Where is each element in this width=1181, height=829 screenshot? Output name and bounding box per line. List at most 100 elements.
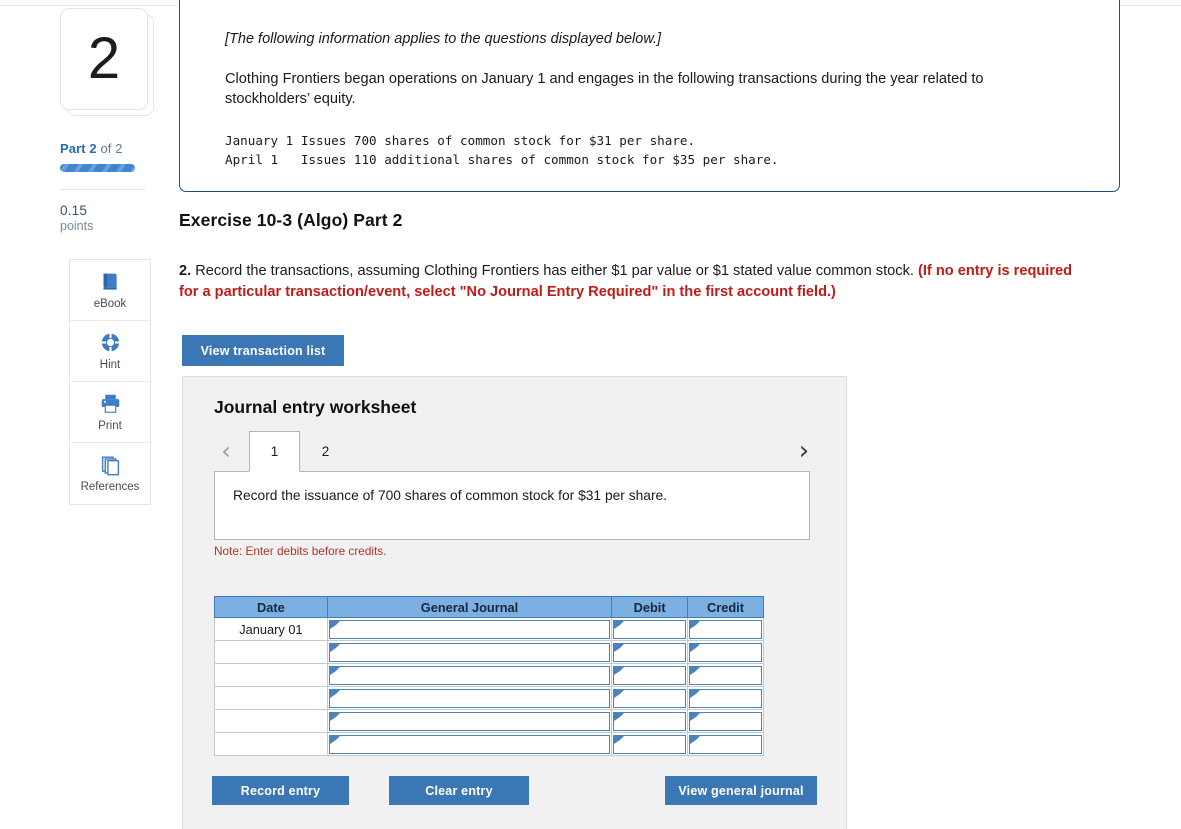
general-journal-cell[interactable] <box>326 617 613 641</box>
credit-input-field[interactable] <box>689 665 762 685</box>
account-select-field[interactable] <box>328 688 611 708</box>
column-header-general-journal: General Journal <box>326 596 613 618</box>
debits-before-credits-note: Note: Enter debits before credits. <box>214 544 387 558</box>
account-select-field[interactable] <box>328 665 611 685</box>
debit-input-field[interactable] <box>613 619 687 639</box>
debit-input-field[interactable] <box>613 711 687 731</box>
view-transaction-list-button[interactable]: View transaction list <box>182 335 344 366</box>
printer-icon <box>100 393 121 415</box>
references-button[interactable]: References <box>70 443 150 504</box>
callout-paragraph: Clothing Frontiers began operations on J… <box>225 70 984 108</box>
hint-button[interactable]: Hint <box>70 321 150 382</box>
credit-cell[interactable] <box>687 640 764 664</box>
points-label: points <box>60 219 94 233</box>
debit-input-field[interactable] <box>613 642 687 662</box>
clear-entry-button[interactable]: Clear entry <box>389 776 529 805</box>
part-indicator: Part 2 of 2 <box>60 141 172 156</box>
table-row: January 01 <box>214 617 764 641</box>
date-cell[interactable] <box>214 732 328 756</box>
information-callout: [The following information applies to th… <box>179 0 1120 192</box>
date-cell[interactable] <box>214 663 328 687</box>
table-header-row: Date General Journal Debit Credit <box>214 596 764 618</box>
left-rail: 2 Part 2 of 2 0.15 points <box>60 8 172 233</box>
callout-transactions: January 1 Issues 700 shares of common st… <box>225 133 779 168</box>
table-row <box>214 640 764 664</box>
points-value: 0.15 <box>60 203 88 218</box>
column-header-debit: Debit <box>611 596 689 618</box>
copy-pages-icon <box>100 454 121 476</box>
previous-entry-arrow-icon[interactable]: ‹ <box>214 434 238 468</box>
table-row <box>214 686 764 710</box>
column-header-credit: Credit <box>687 596 764 618</box>
entry-description-box: Record the issuance of 700 shares of com… <box>214 471 810 540</box>
tab-entry-1[interactable]: 1 <box>249 431 300 472</box>
next-entry-arrow-icon[interactable]: › <box>792 434 816 468</box>
debit-input-field[interactable] <box>613 688 687 708</box>
debit-cell[interactable] <box>611 732 689 756</box>
debit-input-field[interactable] <box>613 665 687 685</box>
part-indicator-total: of 2 <box>96 141 123 156</box>
rail-divider <box>60 189 146 190</box>
credit-cell[interactable] <box>687 617 764 641</box>
date-cell[interactable]: January 01 <box>214 617 328 641</box>
hint-label: Hint <box>99 358 121 371</box>
credit-input-field[interactable] <box>689 711 762 731</box>
part-progress-bar <box>60 164 135 172</box>
journal-entry-worksheet-panel: Journal entry worksheet ‹ 1 2 › Record t… <box>182 376 847 829</box>
question-prompt-number: 2. <box>179 263 192 279</box>
page-title: Exercise 10-3 (Algo) Part 2 <box>179 210 403 230</box>
debit-cell[interactable] <box>611 617 689 641</box>
print-label: Print <box>98 419 122 432</box>
life-ring-icon <box>100 332 121 354</box>
general-journal-cell[interactable] <box>326 663 613 687</box>
print-button[interactable]: Print <box>70 382 150 443</box>
tool-stack: eBook Hint Print References <box>69 259 151 505</box>
general-journal-cell[interactable] <box>326 640 613 664</box>
callout-italic-note: [The following information applies to th… <box>225 31 662 47</box>
account-select-field[interactable] <box>328 619 611 639</box>
date-cell[interactable] <box>214 709 328 733</box>
credit-cell[interactable] <box>687 686 764 710</box>
general-journal-cell[interactable] <box>326 732 613 756</box>
date-cell[interactable] <box>214 686 328 710</box>
book-icon <box>100 271 121 293</box>
account-select-field[interactable] <box>328 711 611 731</box>
worksheet-tabs: ‹ 1 2 › <box>214 431 816 472</box>
view-general-journal-button[interactable]: View general journal <box>665 776 817 805</box>
question-card-front: 2 <box>60 8 148 110</box>
credit-input-field[interactable] <box>689 734 762 754</box>
debit-cell[interactable] <box>611 640 689 664</box>
credit-input-field[interactable] <box>689 642 762 662</box>
journal-entry-table: Date General Journal Debit Credit Januar… <box>214 596 764 756</box>
credit-cell[interactable] <box>687 709 764 733</box>
worksheet-title: Journal entry worksheet <box>214 397 417 417</box>
table-row <box>214 732 764 756</box>
general-journal-cell[interactable] <box>326 709 613 733</box>
table-row <box>214 709 764 733</box>
column-header-date: Date <box>214 596 328 618</box>
table-row <box>214 663 764 687</box>
debit-cell[interactable] <box>611 663 689 687</box>
part-indicator-current: Part 2 <box>60 141 97 156</box>
record-entry-button[interactable]: Record entry <box>212 776 349 805</box>
question-card: 2 <box>60 8 154 116</box>
date-cell[interactable] <box>214 640 328 664</box>
tab-entry-2[interactable]: 2 <box>300 431 351 472</box>
assignment-page: 2 Part 2 of 2 0.15 points eBook Hint Pri… <box>0 0 1181 829</box>
main-column: Exercise 10-3 (Algo) Part 2 2. Record th… <box>179 210 1139 303</box>
credit-cell[interactable] <box>687 732 764 756</box>
account-select-field[interactable] <box>328 734 611 754</box>
debit-cell[interactable] <box>611 709 689 733</box>
credit-cell[interactable] <box>687 663 764 687</box>
references-label: References <box>80 481 140 493</box>
debit-cell[interactable] <box>611 686 689 710</box>
question-number: 2 <box>87 26 121 91</box>
credit-input-field[interactable] <box>689 688 762 708</box>
credit-input-field[interactable] <box>689 619 762 639</box>
ebook-button[interactable]: eBook <box>70 260 150 321</box>
ebook-label: eBook <box>93 297 127 310</box>
account-select-field[interactable] <box>328 642 611 662</box>
debit-input-field[interactable] <box>613 734 687 754</box>
general-journal-cell[interactable] <box>326 686 613 710</box>
question-prompt: 2. Record the transactions, assuming Clo… <box>179 261 1074 303</box>
